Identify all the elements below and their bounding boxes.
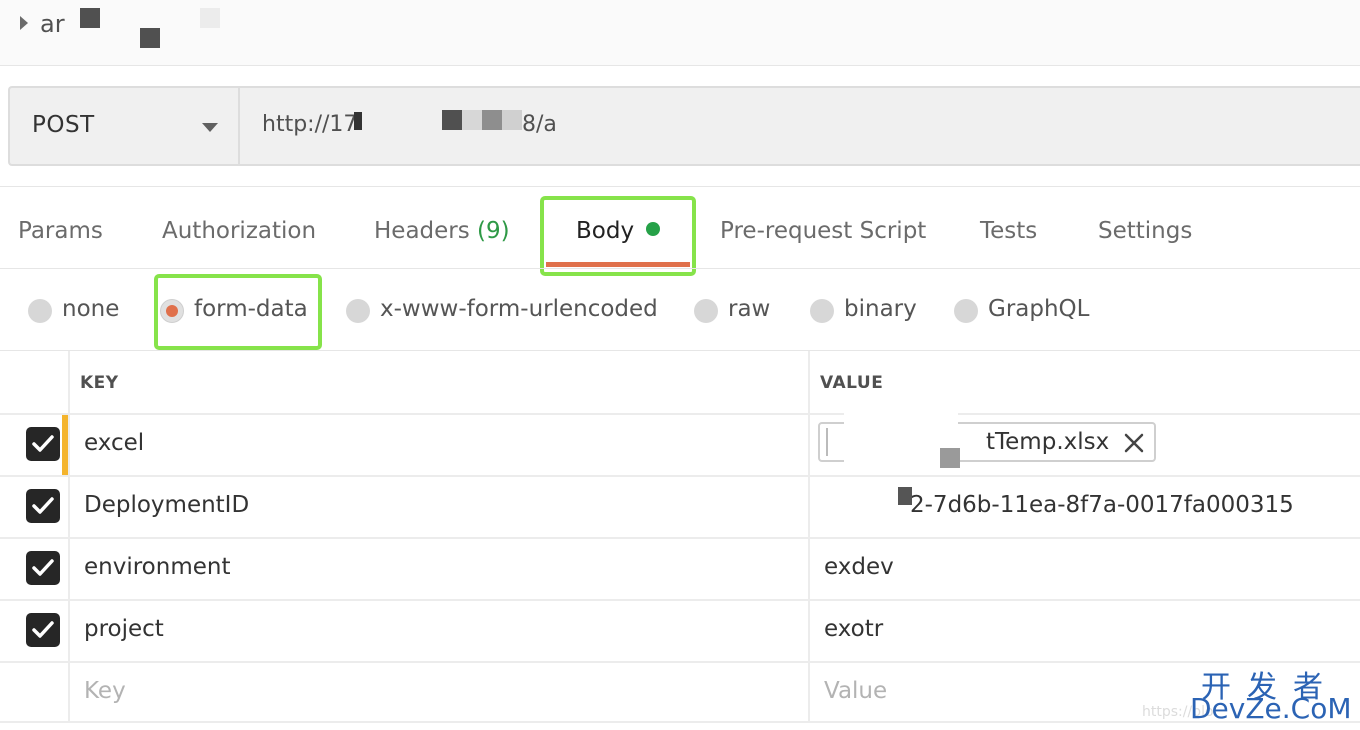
close-icon-glyph: [1124, 433, 1144, 453]
checkmark-icon: [32, 435, 54, 452]
tab-label: Params: [18, 218, 103, 244]
redaction-block: [940, 448, 960, 468]
method-select[interactable]: POST: [10, 88, 240, 164]
file-name: tTemp.xlsx: [986, 429, 1110, 455]
tab-tests[interactable]: Tests: [980, 218, 1037, 244]
checkmark-icon: [32, 621, 54, 638]
highlight-box-form-data: [154, 274, 322, 350]
radio-label: none: [62, 296, 120, 322]
expand-caret-icon[interactable]: [20, 16, 28, 30]
request-name[interactable]: ar: [40, 10, 65, 38]
row-divider: [0, 661, 1360, 663]
key-column-header: KEY: [80, 373, 119, 393]
redaction-block: [462, 110, 482, 130]
row-checkbox-deploymentid[interactable]: [26, 489, 60, 523]
tab-label: Headers: [374, 218, 470, 244]
method-label: POST: [32, 112, 95, 138]
redaction-block: [200, 8, 220, 28]
tab-label: Authorization: [162, 218, 317, 244]
new-value-input[interactable]: Value: [824, 678, 887, 704]
value-cell[interactable]: exdev: [824, 554, 894, 580]
watermark-logo: 开发者 DevZe.CoM: [1190, 662, 1352, 725]
redaction-block: [898, 487, 912, 505]
form-data-table: KEY VALUE excel DeploymentID 2-7d6b-11ea…: [0, 350, 1360, 723]
redaction-block: [140, 28, 160, 48]
tab-label: Pre-request Script: [720, 218, 927, 244]
radio-circle-icon: [954, 299, 978, 323]
chip-fragment: [826, 428, 834, 456]
highlight-box-body-tab: [540, 196, 696, 276]
row-divider: [0, 599, 1360, 601]
tab-label: Tests: [980, 218, 1038, 244]
chevron-down-icon: [202, 123, 218, 132]
radio-label: raw: [728, 296, 771, 322]
collection-header: ar: [0, 0, 1360, 66]
divider: [0, 186, 1360, 187]
checkmark-icon: [32, 559, 54, 576]
request-bar: POST http://17 8/a: [8, 86, 1360, 166]
key-cell[interactable]: project: [84, 616, 164, 642]
checkmark-icon: [32, 497, 54, 514]
radio-label: GraphQL: [988, 296, 1090, 322]
url-input[interactable]: http://17 8/a: [242, 88, 1352, 164]
tab-params[interactable]: Params: [18, 218, 103, 244]
row-divider: [0, 475, 1360, 477]
tab-pre-request-script[interactable]: Pre-request Script: [720, 218, 926, 244]
headers-count-badge: (9): [477, 218, 510, 244]
value-cell[interactable]: exotr: [824, 616, 883, 642]
url-text-end: 8/a: [522, 112, 557, 137]
row-checkbox-environment[interactable]: [26, 551, 60, 585]
tab-settings[interactable]: Settings: [1098, 218, 1192, 244]
redaction-block: [354, 112, 362, 130]
redaction-block: [80, 8, 100, 28]
value-column-header: VALUE: [820, 373, 884, 393]
key-cell[interactable]: DeploymentID: [84, 492, 249, 518]
row-divider: [0, 413, 1360, 415]
radio-circle-icon: [694, 299, 718, 323]
redaction-block: [842, 480, 898, 528]
tab-headers[interactable]: Headers (9): [374, 218, 510, 244]
tab-authorization[interactable]: Authorization: [162, 218, 316, 244]
row-checkbox-project[interactable]: [26, 613, 60, 647]
divider: [0, 268, 1360, 269]
redaction-block: [442, 110, 462, 130]
watermark-latin: DevZe.CoM: [1190, 692, 1352, 725]
radio-label: binary: [844, 296, 917, 322]
radio-circle-icon: [346, 299, 370, 323]
radio-label: x-www-form-urlencoded: [380, 296, 658, 322]
row-divider: [0, 537, 1360, 539]
radio-circle-icon: [28, 299, 52, 323]
row-drag-handle[interactable]: [62, 415, 68, 475]
row-checkbox-excel[interactable]: [26, 427, 60, 461]
radio-circle-icon: [810, 299, 834, 323]
redaction-block: [482, 110, 502, 130]
value-cell[interactable]: 2-7d6b-11ea-8f7a-0017fa000315: [910, 492, 1294, 518]
key-cell[interactable]: excel: [84, 430, 144, 456]
new-key-input[interactable]: Key: [84, 678, 126, 704]
tab-label: Settings: [1098, 218, 1193, 244]
key-cell[interactable]: environment: [84, 554, 230, 580]
close-icon[interactable]: [1122, 431, 1146, 455]
url-text-start: http://17: [262, 112, 358, 137]
redaction-block: [502, 110, 522, 130]
row-divider: [0, 721, 1360, 723]
